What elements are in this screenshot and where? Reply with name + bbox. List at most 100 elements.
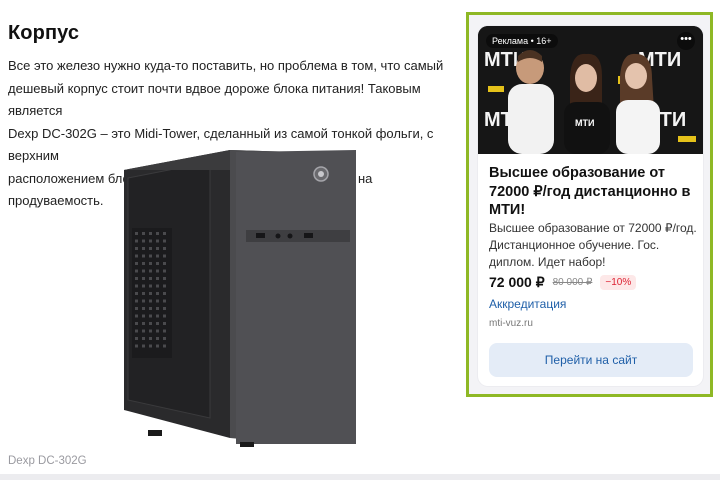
paragraph-line: дешевый корпус стоит почти вдвое дороже … [8, 80, 421, 119]
vent-hole [135, 292, 138, 295]
vent-hole [142, 307, 145, 310]
vent-hole [156, 284, 159, 288]
case-foot [240, 442, 254, 447]
vent-hole [135, 344, 138, 348]
case-foot [148, 430, 162, 436]
vent-hole [135, 307, 138, 310]
vent-hole [163, 277, 166, 280]
ad-description: Высшее образование от 72000 ₽/год. Диста… [489, 221, 697, 269]
vent-hole [156, 247, 159, 250]
vent-hole [156, 239, 159, 243]
vent-hole [156, 299, 159, 303]
vent-hole [163, 307, 166, 310]
vent-hole [142, 262, 145, 265]
vent-hole [156, 262, 159, 265]
ad-domain: mti-vuz.ru [489, 318, 533, 329]
vent-hole [142, 247, 145, 250]
vent-hole [156, 337, 159, 340]
vent-hole [163, 284, 166, 288]
vent-hole [135, 329, 138, 333]
vent-hole [163, 337, 166, 340]
vent-hole [135, 284, 138, 288]
shirt-logo-text: МТИ [575, 118, 594, 128]
vent-hole [156, 277, 159, 280]
vent-hole [149, 262, 152, 265]
vent-hole [163, 262, 166, 265]
vent-hole [163, 329, 166, 333]
price-row: 72 000 ₽ 80 000 ₽ −10% [489, 272, 637, 292]
page: Корпус Все это железо нужно куда-то пост… [0, 0, 720, 480]
vent-hole [135, 314, 138, 318]
case-front-right [236, 150, 356, 444]
vent-hole [149, 232, 152, 235]
vent-hole [149, 269, 152, 273]
ad-label: Реклама • 16+ [486, 34, 558, 48]
vent-hole [149, 254, 152, 258]
vent-hole [163, 314, 166, 318]
vent-hole [156, 344, 159, 348]
usb-port [256, 233, 265, 238]
vent-hole [156, 329, 159, 333]
vent-hole [149, 292, 152, 295]
vent-hole [149, 307, 152, 310]
vent-hole [163, 247, 166, 250]
visit-site-button[interactable]: Перейти на сайт [489, 343, 693, 377]
ad-photo[interactable]: МТИ МТИ МТИ МТИ МТИ Реклама • 16+ ••• [478, 26, 703, 154]
product-image-pc-case [124, 150, 356, 447]
vent-hole [149, 329, 152, 333]
vent-hole [142, 254, 145, 258]
image-caption: Dexp DC-302G [8, 455, 87, 467]
vent-hole [142, 239, 145, 243]
vent-hole [163, 322, 166, 325]
vent-hole [135, 322, 138, 325]
vent-hole [142, 314, 145, 318]
vent-hole [149, 299, 152, 303]
vent-hole [149, 247, 152, 250]
vent-hole [163, 269, 166, 273]
vent-hole [142, 269, 145, 273]
vent-hole [163, 239, 166, 243]
vent-hole [135, 262, 138, 265]
vent-hole [156, 232, 159, 235]
vent-hole [149, 314, 152, 318]
vent-hole [135, 239, 138, 243]
vent-hole [135, 277, 138, 280]
vent-hole [135, 269, 138, 273]
more-dots-icon[interactable]: ••• [677, 32, 695, 50]
section-title: Корпус [8, 22, 80, 44]
vent-hole [135, 247, 138, 250]
vent-hole [163, 344, 166, 348]
ad-headline[interactable]: Высшее образование от 72000 ₽/год дистан… [489, 164, 699, 220]
audio-jack [287, 233, 293, 239]
vent-hole [142, 284, 145, 288]
accreditation-link[interactable]: Аккредитация [489, 297, 566, 311]
vent-hole [156, 254, 159, 258]
usb-port [304, 233, 313, 238]
bottom-divider [0, 474, 720, 480]
power-button-center [318, 171, 324, 177]
vent-hole [149, 322, 152, 325]
vent-hole [163, 292, 166, 295]
vent-hole [156, 307, 159, 310]
ad-card[interactable]: МТИ МТИ МТИ МТИ МТИ Реклама • 16+ ••• Вы… [478, 26, 703, 386]
vent-hole [163, 232, 166, 235]
vent-hole [156, 322, 159, 325]
vent-hole [142, 322, 145, 325]
vent-hole [149, 277, 152, 280]
vent-hole [142, 292, 145, 295]
vent-hole [163, 299, 166, 303]
vent-hole [135, 337, 138, 340]
vent-hole [142, 277, 145, 280]
discount-badge: −10% [600, 274, 637, 290]
vent-hole [156, 269, 159, 273]
old-price: 80 000 ₽ [552, 276, 593, 288]
vent-hole [156, 292, 159, 295]
vent-hole [149, 344, 152, 348]
paragraph-line: Все это железо нужно куда-то поставить, … [8, 58, 444, 73]
vent-hole [149, 337, 152, 340]
vent-hole [142, 232, 145, 235]
vent-hole [156, 314, 159, 318]
vent-hole [149, 239, 152, 243]
vent-hole [135, 299, 138, 303]
vent-hole [142, 329, 145, 333]
